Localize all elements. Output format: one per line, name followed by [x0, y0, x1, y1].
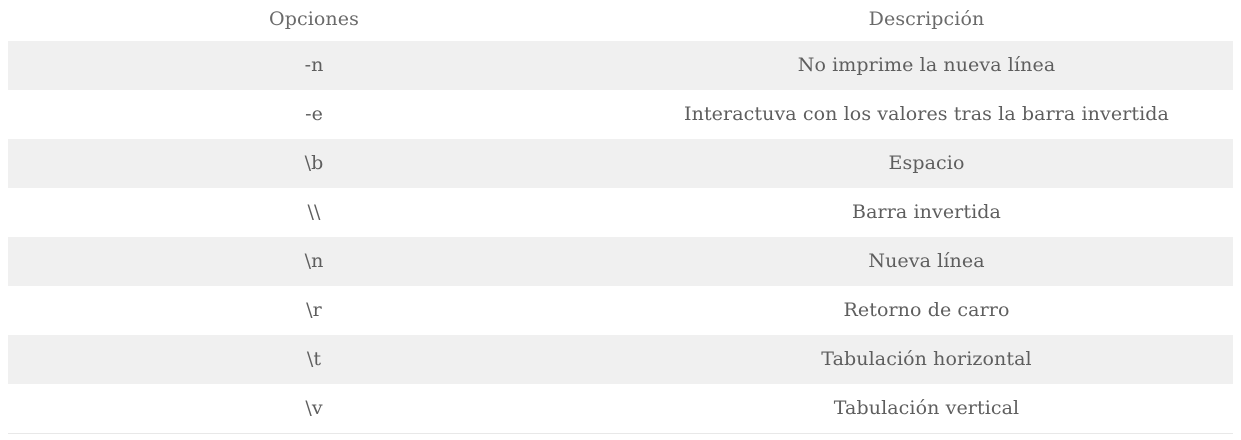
- option-cell: -e: [8, 90, 620, 139]
- header-options: Opciones: [269, 8, 359, 30]
- description-cell: Nueva línea: [620, 237, 1233, 286]
- table-row: -n No imprime la nueva línea: [8, 41, 1233, 90]
- header-description: Descripción: [868, 8, 985, 30]
- table-row: \n Nueva línea: [8, 237, 1233, 286]
- option-cell: \b: [8, 139, 620, 188]
- table-row: \v Tabulación vertical: [8, 384, 1233, 434]
- table-header-row: Opciones Descripción: [8, 0, 1233, 41]
- description-cell: Espacio: [620, 139, 1233, 188]
- description-cell: Interactuva con los valores tras la barr…: [620, 90, 1233, 139]
- option-cell: -n: [8, 41, 620, 90]
- description-cell: Tabulación horizontal: [620, 335, 1233, 384]
- option-cell: \\: [8, 188, 620, 237]
- option-cell: \n: [8, 237, 620, 286]
- option-cell: \t: [8, 335, 620, 384]
- description-cell: Tabulación vertical: [620, 384, 1233, 434]
- option-cell: \v: [8, 384, 620, 434]
- table-row: \\ Barra invertida: [8, 188, 1233, 237]
- table-row: \r Retorno de carro: [8, 286, 1233, 335]
- description-cell: No imprime la nueva línea: [620, 41, 1233, 90]
- option-cell: \r: [8, 286, 620, 335]
- options-table-container: Opciones Descripción -n No imprime la nu…: [8, 0, 1233, 434]
- description-cell: Barra invertida: [620, 188, 1233, 237]
- options-table: Opciones Descripción -n No imprime la nu…: [8, 0, 1233, 434]
- table-row: \b Espacio: [8, 139, 1233, 188]
- table-row: -e Interactuva con los valores tras la b…: [8, 90, 1233, 139]
- table-row: \t Tabulación horizontal: [8, 335, 1233, 384]
- description-cell: Retorno de carro: [620, 286, 1233, 335]
